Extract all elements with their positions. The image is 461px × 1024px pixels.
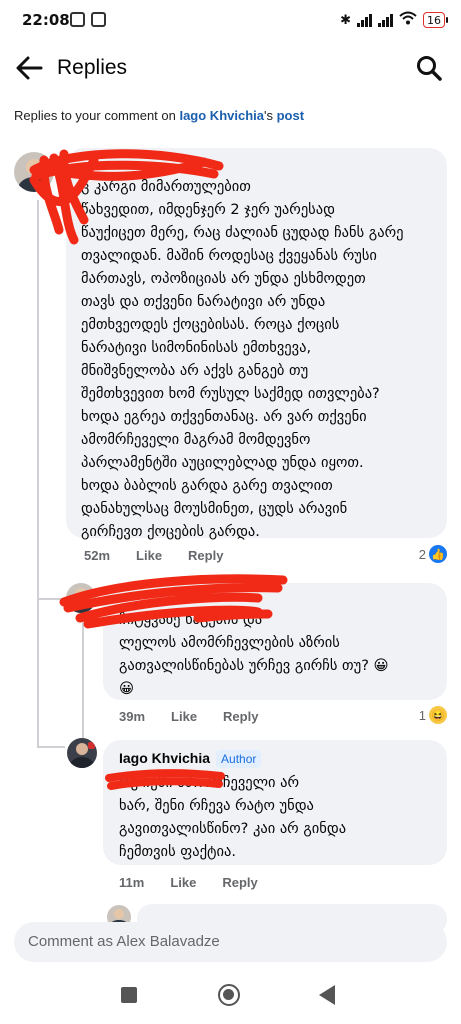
comment-time: 11m	[119, 875, 145, 890]
arrow-left-icon[interactable]	[14, 54, 44, 82]
wifi-icon	[399, 11, 417, 29]
thread-connector	[37, 598, 67, 600]
signal-icon	[357, 13, 372, 27]
context-possessive: 's	[264, 108, 277, 123]
app-header: Replies	[0, 44, 461, 92]
like-button[interactable]: Like	[170, 875, 196, 890]
reaction-count: 2	[418, 546, 426, 562]
like-button[interactable]: Like	[136, 548, 162, 563]
like-reaction-icon: 👍	[429, 545, 447, 563]
comment-time: 52m	[84, 548, 111, 563]
page-title: Replies	[57, 56, 128, 79]
post-link[interactable]: post	[277, 108, 304, 123]
recent-apps-icon[interactable]	[121, 987, 137, 1003]
comment-actions: 52m Like Reply	[84, 548, 223, 563]
comment-text: ჩიტყვაზე ნაცების და ლელოს ამომრჩევლების …	[119, 612, 389, 697]
status-right-icons: ✱ 16	[340, 11, 448, 29]
thread-line-nested	[82, 605, 84, 745]
reaction-summary[interactable]: 1 😆	[419, 706, 447, 724]
comment-input[interactable]: Comment as Alex Balavadze	[14, 922, 447, 962]
reply-button[interactable]: Reply	[188, 548, 223, 563]
comment-actions: 11m Like Reply	[119, 875, 258, 890]
status-bar: 22:08 ✱ 16	[0, 0, 461, 40]
status-time: 22:08	[22, 11, 70, 29]
avatar[interactable]	[66, 583, 96, 613]
home-icon[interactable]	[218, 984, 240, 1006]
comment-bubble: ც კარგი მიმართულებით წახვედით, იმდენჯერ …	[66, 148, 447, 540]
comment-bubble: ჩიტყვაზე ნაცების და ლელოს ამომრჩევლების …	[103, 583, 447, 700]
comment-time: 39m	[119, 709, 146, 724]
reply-button[interactable]: Reply	[222, 875, 257, 890]
reaction-count: 1	[418, 707, 426, 723]
thread-connector-nested	[37, 746, 65, 748]
search-icon[interactable]	[415, 54, 443, 82]
app-notification-icon	[91, 12, 106, 27]
bluetooth-icon: ✱	[340, 12, 351, 28]
photo-notification-icon	[70, 12, 85, 27]
comment-author[interactable]: Iago Khvichia	[119, 750, 210, 766]
avatar[interactable]	[67, 738, 97, 768]
back-triangle-icon[interactable]	[319, 985, 335, 1005]
comment-header: Iago Khvichia Author	[119, 748, 262, 768]
status-notification-icons	[70, 12, 106, 27]
replies-context: Replies to your comment on Iago Khvichia…	[14, 108, 304, 123]
comment-text: თუ ჩემი ამომრჩეველი არ ხარ, შენი რჩევა რ…	[119, 775, 347, 860]
signal-2-icon	[378, 13, 393, 27]
author-badge: Author	[216, 750, 262, 768]
reaction-summary[interactable]: 2 👍	[419, 545, 447, 563]
like-button[interactable]: Like	[171, 709, 197, 724]
comment-actions: 39m Like Reply	[119, 709, 258, 724]
reply-button[interactable]: Reply	[223, 709, 258, 724]
battery-level: 16	[427, 13, 441, 27]
comment-bubble: Iago Khvichia Author თუ ჩემი ამომრჩეველი …	[103, 740, 447, 865]
thread-line	[37, 200, 39, 748]
avatar[interactable]	[14, 152, 54, 192]
haha-reaction-icon: 😆	[429, 706, 447, 724]
post-author-link[interactable]: Iago Khvichia	[179, 108, 264, 123]
context-prefix: Replies to your comment on	[14, 108, 180, 123]
comment-input-placeholder: Comment as Alex Balavadze	[28, 933, 220, 950]
comment-text: ც კარგი მიმართულებით წახვედით, იმდენჯერ …	[81, 179, 404, 540]
battery-icon: 16	[423, 12, 448, 28]
system-nav-bar	[0, 970, 461, 1024]
